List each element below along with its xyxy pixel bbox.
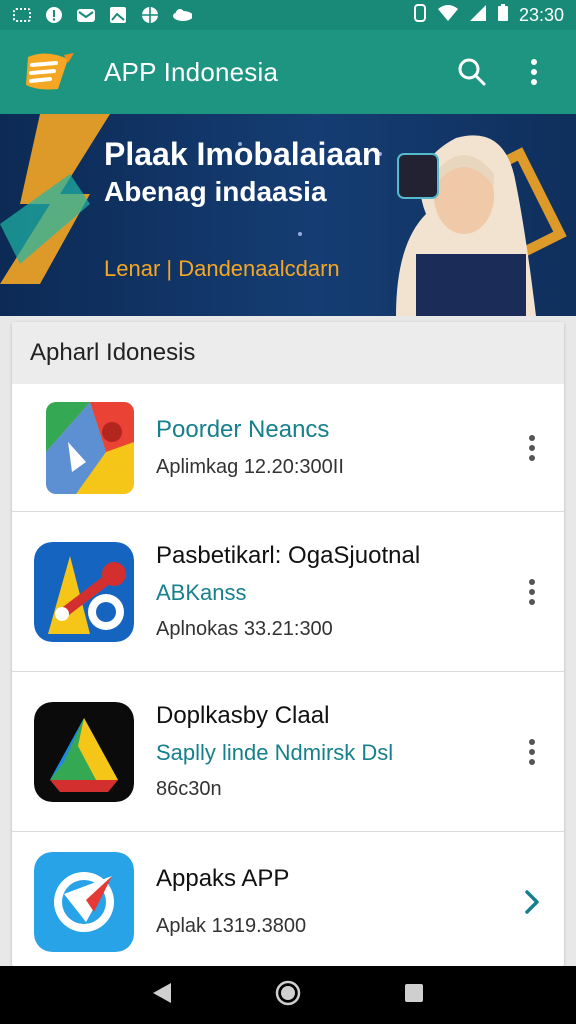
banner-subheadline: Abenag indaasia xyxy=(104,176,327,207)
app-bar: APP Indonesia xyxy=(0,30,576,114)
battery-icon xyxy=(497,3,509,27)
list-item[interactable]: Doplkasby Claal Saplly linde Ndmirsk Dsl… xyxy=(12,672,564,832)
signal-icon xyxy=(469,4,487,27)
list-item[interactable]: Pasbetikarl: OgaSjuotnal ABKanss Aplnoka… xyxy=(12,512,564,672)
status-left-icons xyxy=(12,6,192,24)
app-meta: Aplak 1319.3800 xyxy=(156,915,307,937)
globe-icon xyxy=(140,6,160,24)
app-name: Pasbetikarl: OgaSjuotnal xyxy=(156,542,421,569)
image-icon xyxy=(108,6,128,24)
info-icon xyxy=(44,6,64,24)
system-nav-bar xyxy=(0,966,576,1024)
notification-icon xyxy=(12,6,32,24)
app-title: APP Indonesia xyxy=(104,56,279,87)
more-vert-icon[interactable] xyxy=(512,722,552,782)
app-meta: Aplnokas 33.21:300 xyxy=(156,618,333,640)
banner-tagline: Lenar | Dandenaalcdarn xyxy=(104,256,340,281)
app-name: Doplkasby Claal xyxy=(156,702,330,729)
more-vert-icon[interactable] xyxy=(514,52,554,92)
scooter-icon xyxy=(34,541,134,642)
drive-icon xyxy=(34,701,134,802)
wifi-icon xyxy=(437,4,459,27)
banner-person-image xyxy=(396,135,536,316)
vibrate-icon xyxy=(413,3,427,27)
maps-icon xyxy=(46,401,134,494)
list-item[interactable]: Appaks APP Aplak 1319.3800 xyxy=(12,832,564,966)
app-meta: 86c30n xyxy=(156,778,222,800)
status-right-icons: 23:30 xyxy=(413,3,564,27)
status-bar: 23:30 xyxy=(0,0,576,30)
app-logo-icon[interactable] xyxy=(22,51,78,93)
mail-icon xyxy=(76,6,96,24)
app-meta: Aplimkag 12.20:300II xyxy=(156,456,344,478)
app-subtitle: Saplly linde Ndmirsk Dsl xyxy=(156,740,394,765)
status-time: 23:30 xyxy=(518,4,564,25)
home-icon[interactable] xyxy=(275,980,301,1011)
more-vert-icon[interactable] xyxy=(512,562,552,622)
app-name: Poorder Neancs xyxy=(156,416,330,443)
search-icon[interactable] xyxy=(452,52,492,92)
compass-icon xyxy=(34,851,134,952)
more-vert-icon[interactable] xyxy=(512,418,552,478)
app-name: Appaks APP xyxy=(156,865,290,892)
banner-headline: Plaak Imobalaiaan xyxy=(104,136,382,172)
list-item[interactable]: Poorder Neancs Aplimkag 12.20:300II xyxy=(12,384,564,512)
section-header: Apharl Idonesis xyxy=(12,322,564,384)
app-subtitle: ABKanss xyxy=(156,580,247,605)
recents-icon[interactable] xyxy=(403,982,425,1009)
chevron-right-icon[interactable] xyxy=(512,872,552,932)
app-list-card: Apharl Idonesis Poorder Neancs Aplimkag … xyxy=(12,322,564,966)
promo-banner[interactable]: Plaak Imobalaiaan Abenag indaasia Lenar … xyxy=(0,114,576,316)
back-icon[interactable] xyxy=(151,981,173,1010)
cloud-icon xyxy=(172,6,192,24)
